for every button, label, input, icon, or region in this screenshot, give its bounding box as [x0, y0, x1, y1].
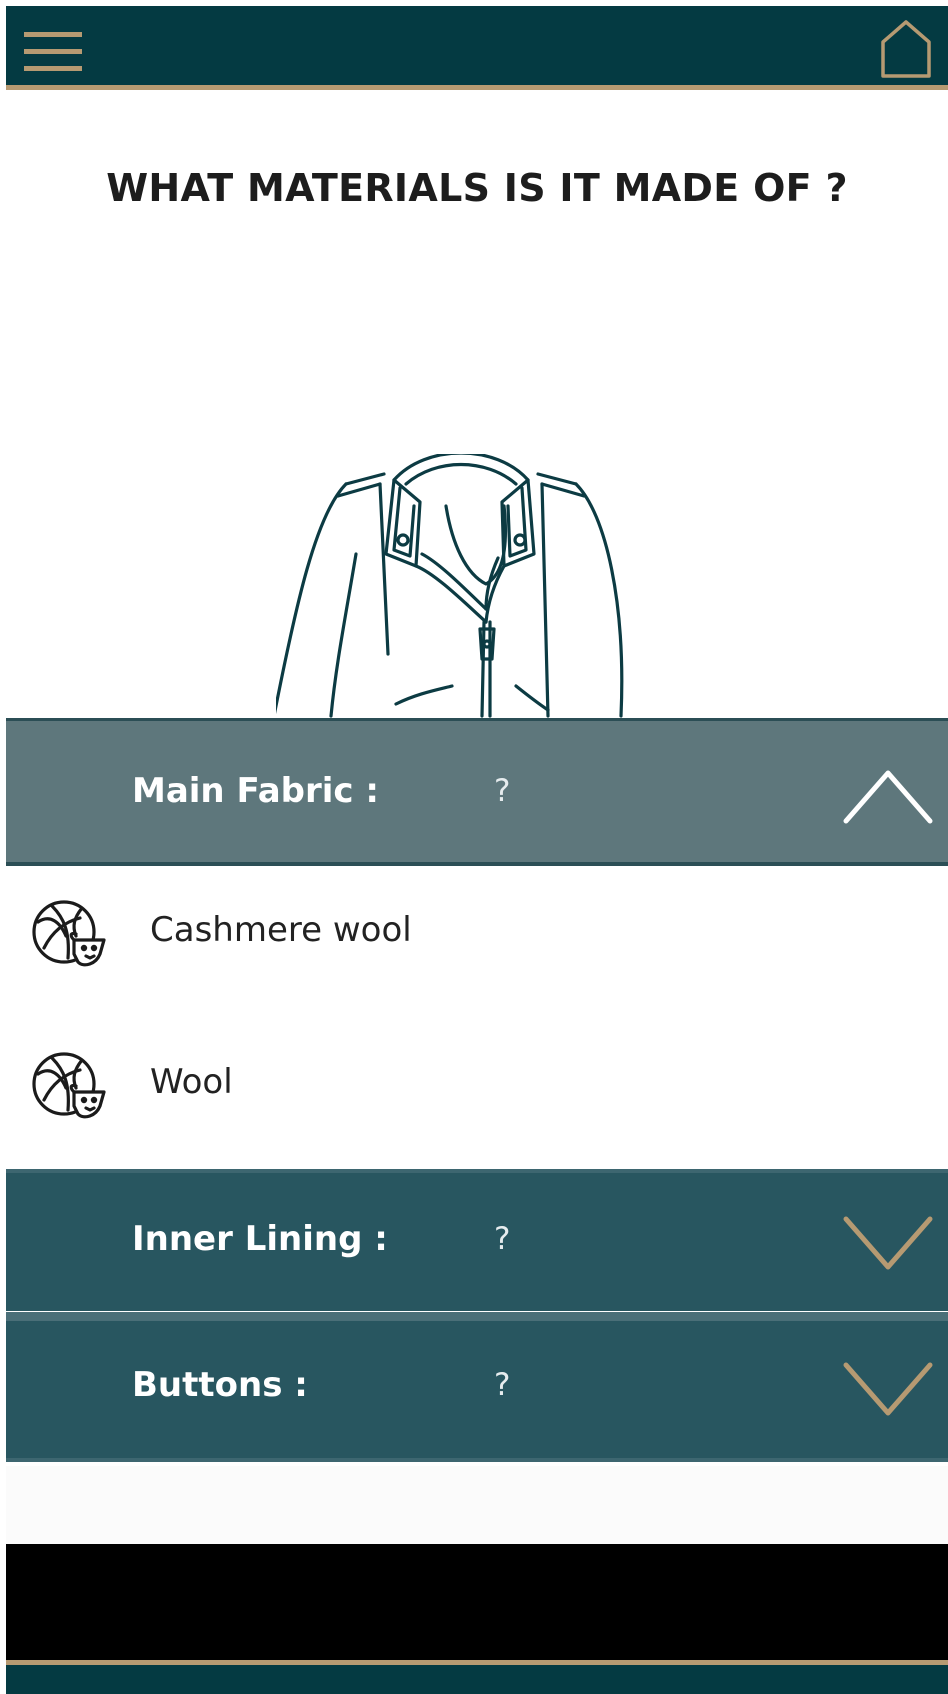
inner-lining-header[interactable]: Inner Lining : ? [6, 1169, 948, 1311]
wool-ball-sheep-icon [32, 900, 106, 967]
black-band [6, 1544, 948, 1660]
buttons-label: Buttons : [132, 1365, 308, 1405]
content-spacer [6, 1466, 948, 1544]
leather-jacket-illustration [276, 454, 624, 718]
option-wool[interactable]: Wool [6, 1026, 948, 1146]
top-bar [6, 6, 948, 90]
hamburger-menu-icon[interactable] [24, 24, 86, 72]
home-icon[interactable] [878, 18, 934, 80]
main-fabric-label: Main Fabric : [132, 771, 379, 811]
app-screen: WHAT MATERIALS IS IT MADE OF ? Main Fabr… [6, 6, 948, 1694]
wool-ball-sheep-icon [32, 1052, 106, 1119]
buttons-header[interactable]: Buttons : ? [6, 1312, 948, 1462]
option-label: Wool [150, 1062, 233, 1102]
main-fabric-header[interactable]: Main Fabric : ? [6, 718, 948, 866]
chevron-up-icon[interactable] [840, 759, 936, 829]
page-title: WHAT MATERIALS IS IT MADE OF ? [106, 166, 848, 210]
bottom-bar [6, 1660, 948, 1694]
buttons-value: ? [494, 1367, 511, 1403]
main-fabric-value: ? [494, 773, 511, 809]
chevron-down-icon[interactable] [840, 1355, 936, 1425]
chevron-down-icon[interactable] [840, 1209, 936, 1279]
option-label: Cashmere wool [150, 910, 412, 950]
option-cashmere-wool[interactable]: Cashmere wool [6, 874, 948, 994]
inner-lining-value: ? [494, 1221, 511, 1257]
inner-lining-label: Inner Lining : [132, 1219, 388, 1259]
